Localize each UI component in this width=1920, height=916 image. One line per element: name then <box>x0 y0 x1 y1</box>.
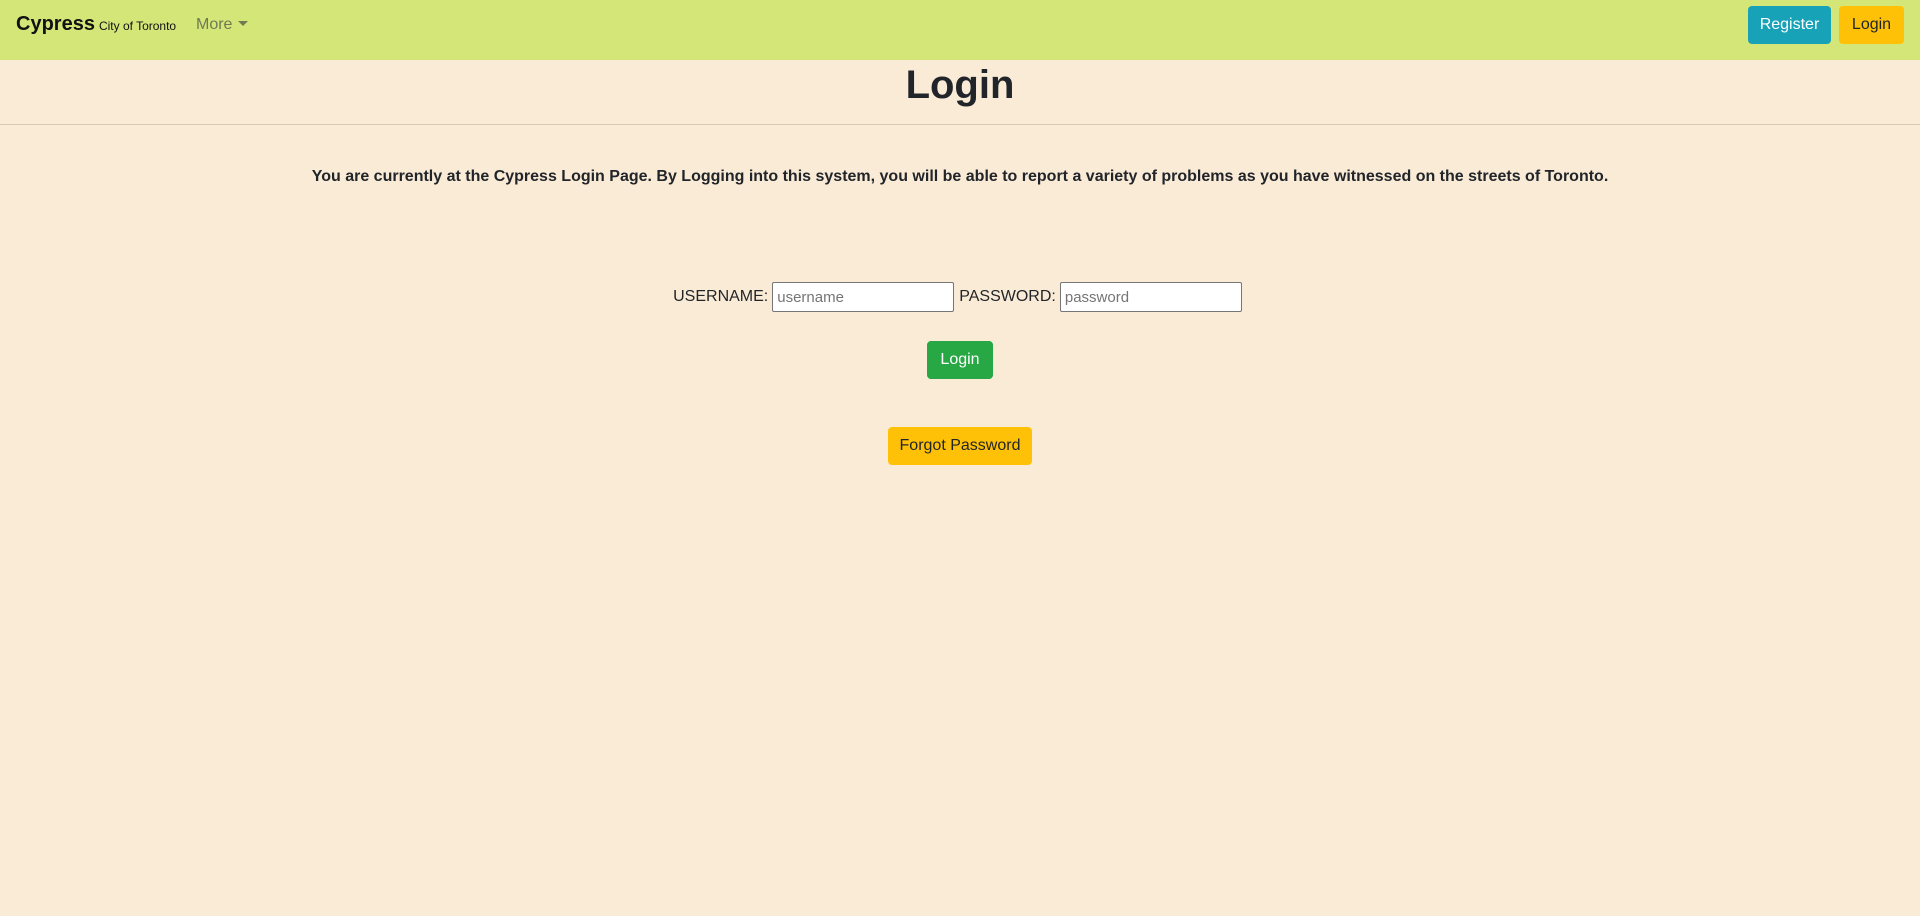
brand-title: Cypress <box>16 13 95 35</box>
register-button[interactable]: Register <box>1748 6 1831 44</box>
header-divider <box>0 124 1920 125</box>
top-navbar: Cypress City of Toronto More Register Log… <box>0 0 1920 60</box>
intro-text: You are currently at the Cypress Login P… <box>311 168 1609 185</box>
username-input[interactable] <box>772 282 955 312</box>
password-input[interactable] <box>1059 282 1242 312</box>
page-title: Login <box>905 63 1015 107</box>
chevron-down-icon <box>238 21 249 26</box>
brand-subtitle: City of Toronto <box>98 19 177 33</box>
brand-link[interactable]: Cypress City of Toronto <box>16 13 176 36</box>
more-dropdown-label: More <box>196 16 233 33</box>
password-label: PASSWORD: <box>959 288 1056 305</box>
more-dropdown[interactable]: More <box>196 16 249 34</box>
username-label: USERNAME: <box>673 288 769 305</box>
login-submit-button[interactable]: Login <box>927 341 993 379</box>
forgot-password-button[interactable]: Forgot Password <box>888 427 1032 465</box>
login-nav-button[interactable]: Login <box>1839 6 1904 44</box>
login-form: USERNAME: PASSWORD: <box>0 282 1920 312</box>
